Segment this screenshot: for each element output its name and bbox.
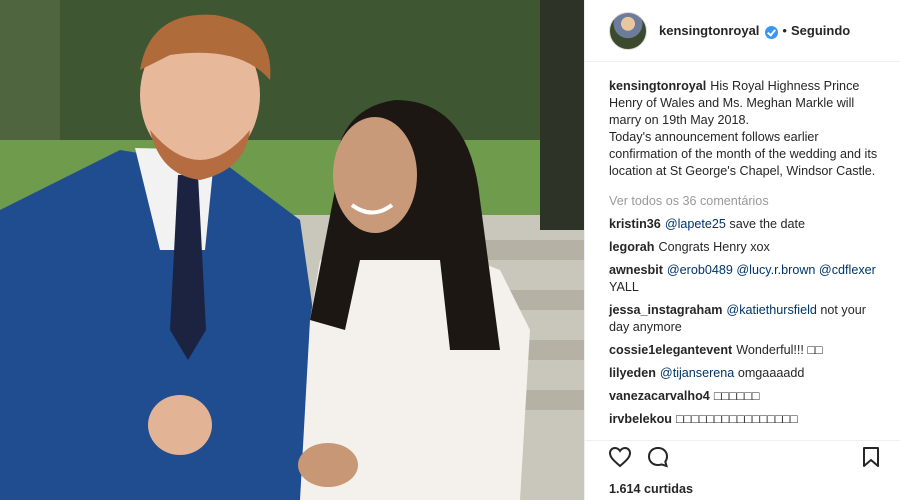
comment-text: Wonderful!!! □□ xyxy=(736,343,823,357)
comment-container: kristin36 @lapete25 save the date legorah C… xyxy=(609,216,880,428)
follow-status-button[interactable]: Seguindo xyxy=(791,23,850,38)
post-header: kensingtonroyal • Seguindo xyxy=(585,0,900,62)
caption-text: His Royal Highness Prince Henry of Wales… xyxy=(609,79,878,178)
caption-author-link[interactable]: kensingtonroyal xyxy=(609,79,706,93)
bookmark-icon[interactable] xyxy=(858,444,884,470)
comment-author-link[interactable]: cossie1elegantevent xyxy=(609,343,732,357)
comment-row: irvbelekou □□□□□□□□□□□□□□□□ xyxy=(609,411,880,428)
verified-badge-icon xyxy=(765,26,779,39)
comment-icon[interactable] xyxy=(645,444,671,470)
comment-author-link[interactable]: jessa_instagraham xyxy=(609,303,722,317)
username-link[interactable]: kensingtonroyal xyxy=(659,23,759,38)
comment-row: vanezacarvalho4 □□□□□□ xyxy=(609,388,880,405)
comment-author-link[interactable]: kristin36 xyxy=(609,217,661,231)
post-caption: kensingtonroyal His Royal Highness Prince… xyxy=(609,78,880,180)
comment-text: □□□□□□□□□□□□□□□□ xyxy=(676,412,798,426)
comment-text: YALL xyxy=(609,280,639,294)
comment-author-link[interactable]: irvbelekou xyxy=(609,412,672,426)
likes-count[interactable]: 1.614 curtidas xyxy=(609,482,693,496)
comment-author-link[interactable]: awnesbit xyxy=(609,263,663,277)
comment-row: kristin36 @lapete25 save the date xyxy=(609,216,880,233)
comment-row: awnesbit @erob0489 @lucy.r.brown @cdflexe… xyxy=(609,262,880,296)
action-bar xyxy=(585,440,900,472)
comment-text: save the date xyxy=(729,217,806,231)
follow-separator: • xyxy=(782,23,787,38)
view-all-comments-link[interactable]: Ver todos os 36 comentários xyxy=(609,193,880,210)
comment-mention-link[interactable]: @tijanserena xyxy=(660,366,734,380)
comment-mention-link[interactable]: @katiethursfield xyxy=(726,303,817,317)
comment-row: lilyeden @tijanserena omgaaaadd xyxy=(609,365,880,382)
comment-mention-link[interactable]: @lapete25 xyxy=(665,217,726,231)
post-side-panel: kensingtonroyal • Seguindo kensingtonroy… xyxy=(584,0,900,500)
comment-row: legorah Congrats Henry xox xyxy=(609,239,880,256)
comment-author-link[interactable]: lilyeden xyxy=(609,366,656,380)
avatar[interactable] xyxy=(609,11,647,50)
comment-text: Congrats Henry xox xyxy=(658,240,770,254)
comment-text: □□□□□□ xyxy=(713,389,760,403)
comment-row: jessa_instagraham @katiethursfield not yo… xyxy=(609,302,880,336)
comment-row: cossie1elegantevent Wonderful!!! □□ xyxy=(609,342,880,359)
heart-icon[interactable] xyxy=(607,444,633,470)
post-photo[interactable] xyxy=(0,0,584,500)
comment-author-link[interactable]: legorah xyxy=(609,240,655,254)
comment-author-link[interactable]: vanezacarvalho4 xyxy=(609,389,710,403)
comment-text: omgaaaadd xyxy=(737,366,805,380)
post-photo-illustration xyxy=(0,0,584,500)
comment-mention-link[interactable]: @erob0489 @lucy.r.brown @cdflexer xyxy=(667,263,876,277)
comments-list[interactable]: kensingtonroyal His Royal Highness Prince… xyxy=(585,62,900,440)
